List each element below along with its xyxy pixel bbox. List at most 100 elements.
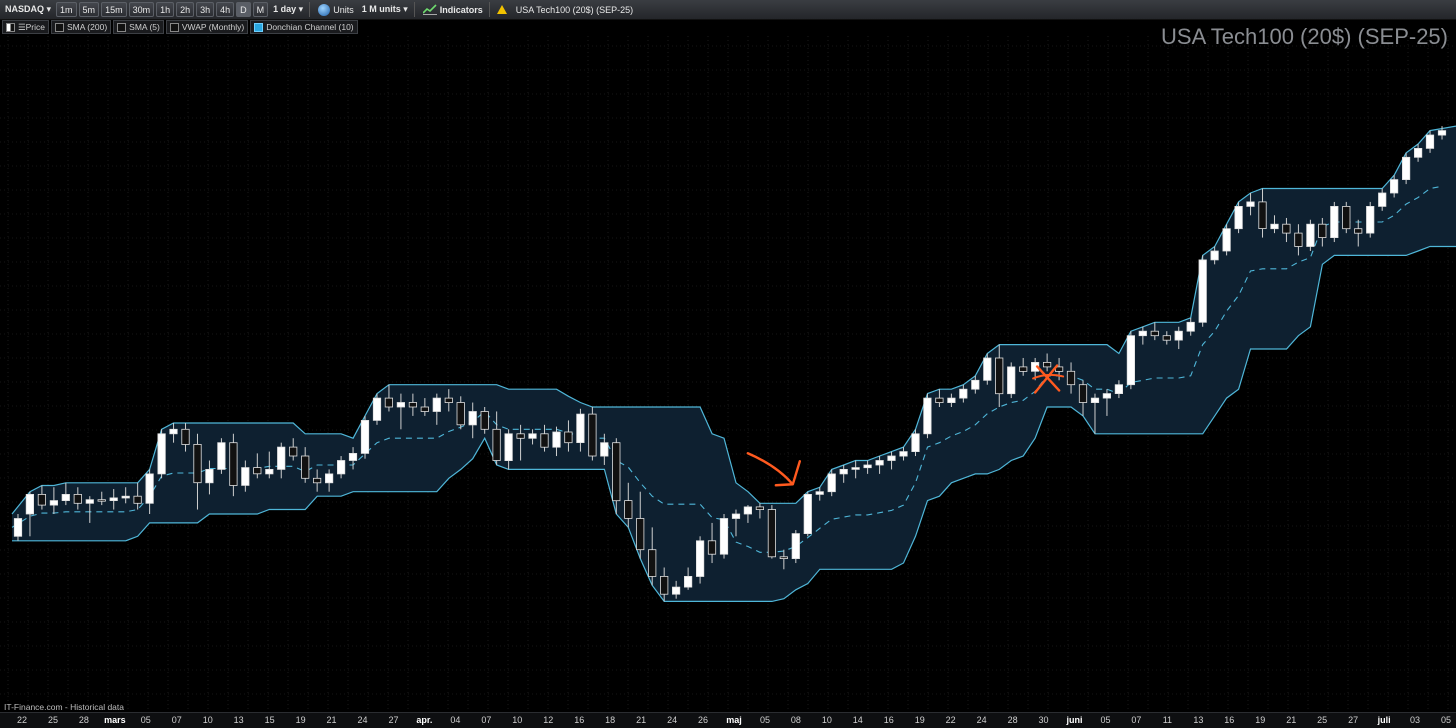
candle-bullish [947, 397, 956, 404]
legend-checkbox[interactable] [6, 22, 15, 32]
candle-bearish [229, 442, 238, 486]
candle-bullish [731, 513, 741, 519]
x-axis-day-label: 26 [698, 715, 709, 725]
instrument-name: USA Tech100 (20$) (SEP-25) [515, 4, 634, 15]
interval-button-1h[interactable]: 1h [156, 2, 175, 17]
candle-bullish [25, 493, 35, 515]
candle-bearish [1043, 361, 1052, 368]
legend-checkbox[interactable] [55, 22, 64, 32]
candle-bullish [205, 468, 214, 484]
interval-button-2h[interactable]: 2h [176, 2, 195, 17]
x-axis-day-label: 12 [543, 715, 554, 725]
toolbar: NASDAQ ▾ 1m 5m 15m 30m 1h 2h 3h 4h D M 1 day ▾ Units… [0, 0, 1456, 20]
candle-bearish [444, 397, 453, 404]
candle-bullish [528, 433, 537, 439]
interval-button-d[interactable]: D [236, 2, 251, 17]
candle-bearish [1162, 335, 1171, 341]
candle-bearish [181, 428, 190, 445]
units-label: Units [333, 4, 354, 15]
candle-bullish [1437, 130, 1447, 136]
x-axis-day-label: 27 [1348, 715, 1359, 725]
x-axis-day-label: 28 [1007, 715, 1018, 725]
candle-bearish [588, 413, 597, 457]
legend-item-price[interactable]: ☰ Price [2, 20, 49, 34]
legend-item-sma-5[interactable]: SMA (5) [113, 20, 164, 34]
candle-bullish [923, 397, 932, 435]
candle-bullish [1007, 366, 1016, 395]
globe-icon [318, 3, 331, 16]
legend-item-sma-200[interactable]: SMA (200) [51, 20, 112, 34]
x-axis-day-label: 10 [512, 715, 523, 725]
candle-bearish [1258, 201, 1267, 229]
candle-bullish [875, 460, 884, 466]
candle-bearish [995, 357, 1004, 395]
interval-button-5m[interactable]: 5m [78, 2, 100, 17]
interval-button-4h[interactable]: 4h [216, 2, 235, 17]
legend-checkbox[interactable] [254, 22, 264, 32]
candle-bullish [1390, 179, 1399, 194]
candle-bullish [1306, 223, 1315, 247]
period-dropdown[interactable]: 1 day ▾ [270, 2, 306, 17]
legend-item-vwap-monthly[interactable]: VWAP (Monthly) [165, 20, 249, 34]
legend-label: Donchian Channel (10) [266, 22, 354, 32]
x-axis-day-label: 19 [914, 715, 925, 725]
candle-bullish [1425, 134, 1435, 149]
candle-bullish [576, 413, 585, 444]
candle-bearish [660, 576, 669, 595]
candle-bearish [1150, 330, 1159, 337]
x-axis-day-label: 21 [636, 715, 647, 725]
interval-button-3h[interactable]: 3h [196, 2, 215, 17]
indicators-button[interactable]: Indicators [420, 2, 486, 17]
symbol-selector[interactable]: NASDAQ ▾ [2, 2, 54, 17]
candle-bullish [1246, 201, 1255, 207]
legend-item-donchian-channel-10[interactable]: Donchian Channel (10) [250, 20, 358, 34]
x-axis-day-label: 16 [574, 715, 585, 725]
interval-button-1m[interactable]: 1m [56, 2, 77, 17]
toolbar-separator [488, 2, 490, 17]
candle-bullish [672, 586, 681, 595]
candle-bullish [348, 452, 358, 461]
legend-checkbox[interactable] [169, 22, 179, 32]
candle-bearish [253, 467, 262, 475]
candle-bearish [384, 397, 394, 408]
candle-bullish [396, 402, 406, 408]
candle-bearish [1318, 223, 1327, 238]
interval-button-m[interactable]: M [252, 2, 269, 17]
units-button[interactable]: Units [315, 2, 357, 17]
candle-bearish [312, 477, 322, 484]
interval-button-30m[interactable]: 30m [128, 2, 155, 17]
x-axis-day-label: 15 [264, 715, 275, 725]
units-dropdown[interactable]: 1 M units ▾ [359, 2, 411, 17]
x-axis-day-label: 22 [16, 715, 28, 725]
candle-bullish [827, 473, 836, 493]
candle-bearish [767, 509, 777, 558]
candle-bullish [1402, 156, 1411, 181]
warning-icon[interactable] [496, 5, 507, 14]
candle-bullish [911, 433, 920, 452]
x-axis-day-label: 05 [140, 715, 151, 725]
interval-button-15m[interactable]: 15m [101, 2, 127, 17]
candle-bearish [707, 540, 717, 555]
candle-bullish [1198, 259, 1207, 323]
candle-bullish [1090, 397, 1100, 404]
x-axis-day-label: 27 [388, 715, 399, 725]
x-axis-day-label: 14 [852, 715, 863, 725]
x-axis-month-label: juni [1066, 715, 1083, 725]
candle-bullish [684, 576, 693, 588]
candle-bearish [516, 433, 525, 439]
legend-label: SMA (200) [67, 22, 108, 32]
candle-bearish [1294, 232, 1303, 247]
x-axis-day-label: 04 [450, 715, 461, 725]
candle-bullish [217, 442, 226, 470]
candle-bullish [743, 506, 753, 515]
price-chart[interactable] [0, 36, 1456, 712]
candle-bullish [1174, 330, 1183, 341]
legend-checkbox[interactable] [117, 22, 127, 32]
candle-bearish [779, 556, 788, 559]
candle-bearish [564, 431, 573, 444]
legend-label: Price [25, 22, 45, 32]
x-axis-month-label: maj [726, 715, 742, 725]
candle-bullish [719, 518, 729, 555]
settings-list-icon[interactable]: ☰ [18, 22, 26, 33]
candle-bullish [1126, 335, 1135, 386]
